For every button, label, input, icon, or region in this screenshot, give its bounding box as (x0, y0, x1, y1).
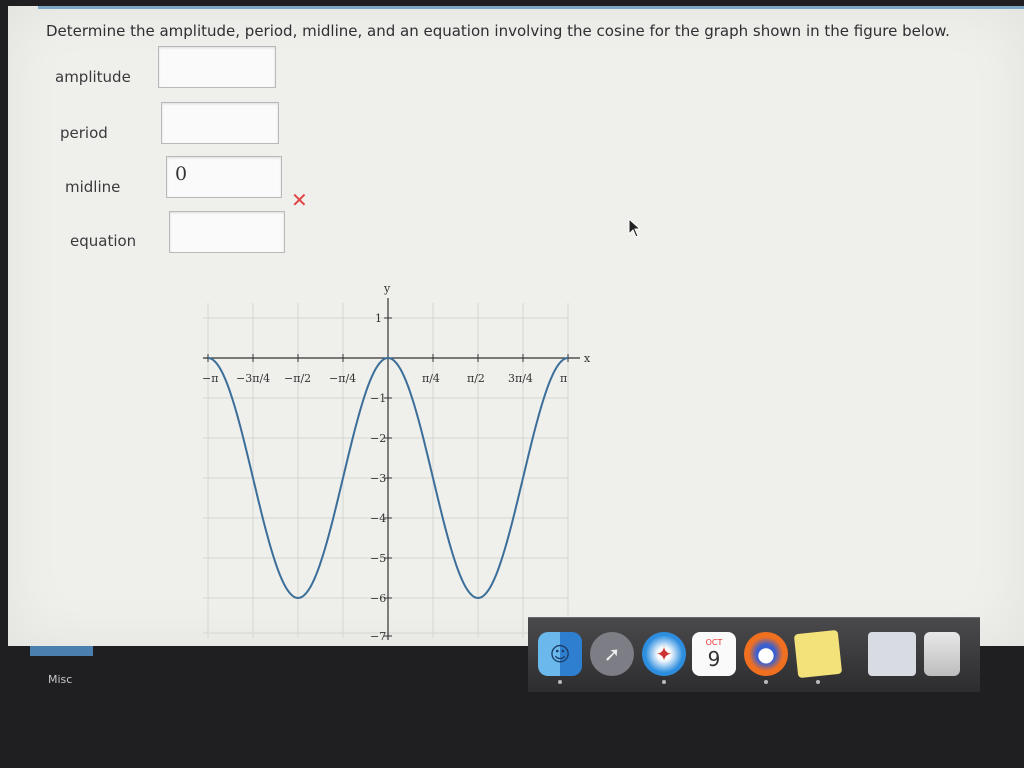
equation-label: equation (70, 232, 137, 250)
running-indicator (816, 680, 820, 684)
period-label: period (60, 124, 108, 142)
launchpad-icon[interactable]: ➚ (590, 632, 634, 676)
y-tick-label: −2 (370, 432, 386, 445)
amplitude-label: amplitude (55, 68, 131, 86)
x-tick-label: 3π/4 (508, 372, 533, 385)
y-tick-label: −6 (370, 592, 386, 605)
active-tab-indicator (30, 646, 93, 656)
midline-field[interactable]: 0 (166, 156, 282, 198)
running-indicator (558, 680, 562, 684)
midline-label: midline (65, 178, 121, 196)
preview-icon[interactable] (868, 632, 916, 676)
x-tick-label: π/2 (467, 372, 485, 385)
y-tick-label: −3 (370, 472, 386, 485)
dock: ☺ ➚ ✦ OCT 9 ● (528, 617, 980, 692)
running-indicator (662, 680, 666, 684)
y-tick-label: −1 (370, 392, 386, 405)
finder-icon[interactable]: ☺ (538, 632, 582, 676)
incorrect-icon: ✕ (291, 188, 308, 212)
graph-grid (203, 303, 569, 638)
x-tick-label: −3π/4 (236, 372, 270, 385)
x-tick-label: −π/4 (329, 372, 356, 385)
y-axis-label: y (383, 282, 391, 295)
question-text: Determine the amplitude, period, midline… (46, 22, 950, 40)
y-tick-label: −7 (370, 630, 386, 640)
calendar-icon[interactable]: OCT 9 (692, 632, 736, 676)
top-accent-bar (38, 6, 1024, 9)
trash-icon[interactable] (924, 632, 960, 676)
x-tick-label: −π (202, 372, 218, 385)
equation-field[interactable] (169, 211, 285, 253)
running-indicator (764, 680, 768, 684)
y-tick-label: 1 (375, 312, 382, 325)
mouse-pointer-icon (628, 218, 642, 238)
y-tick-label: −5 (370, 552, 386, 565)
safari-icon[interactable]: ✦ (642, 632, 686, 676)
x-tick-label: π/4 (422, 372, 440, 385)
firefox-icon[interactable]: ● (744, 632, 788, 676)
cosine-graph: x y −π −3π/4 −π/2 −π/4 π/4 π/2 3π/4 π 1 … (202, 282, 591, 640)
calendar-day: 9 (707, 647, 721, 671)
x-tick-label: π (560, 372, 567, 385)
period-field[interactable] (161, 102, 279, 144)
amplitude-field[interactable] (158, 46, 276, 88)
stickies-icon[interactable] (793, 629, 843, 679)
browser-content: Determine the amplitude, period, midline… (8, 6, 1024, 646)
x-axis-label: x (584, 352, 591, 365)
x-tick-label: −π/2 (284, 372, 311, 385)
y-tick-label: −4 (370, 512, 386, 525)
misc-label: Misc (48, 673, 73, 686)
